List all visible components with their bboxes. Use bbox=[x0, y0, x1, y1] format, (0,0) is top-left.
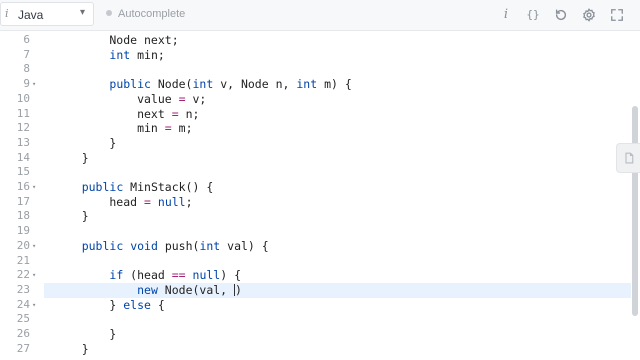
code-line[interactable]: 21 bbox=[0, 254, 640, 269]
line-number: 17 bbox=[16, 194, 30, 208]
code-line[interactable]: 6 Node next; bbox=[0, 33, 640, 48]
line-number: 18 bbox=[16, 209, 30, 223]
code-line[interactable]: 13 } bbox=[0, 136, 640, 151]
code-text[interactable]: } bbox=[54, 151, 89, 166]
info-icon[interactable]: i bbox=[498, 6, 514, 22]
code-text[interactable]: Node next; bbox=[54, 33, 178, 48]
line-number: 26 bbox=[16, 327, 30, 340]
code-text[interactable]: } bbox=[54, 327, 116, 342]
line-number: 9 bbox=[23, 77, 30, 91]
code-text[interactable]: value = v; bbox=[54, 92, 206, 107]
line-number: 23 bbox=[16, 282, 30, 296]
line-number: 19 bbox=[16, 224, 30, 238]
code-line[interactable]: 15 bbox=[0, 165, 640, 180]
language-label: Java bbox=[18, 8, 44, 22]
code-line[interactable]: 19 bbox=[0, 224, 640, 239]
editor-toolbar: i Java ▾ Autocomplete i {} bbox=[0, 0, 640, 31]
autocomplete-toggle[interactable]: Autocomplete bbox=[106, 8, 185, 20]
code-text[interactable]: public void push(int val) { bbox=[54, 239, 269, 254]
line-number: 21 bbox=[16, 253, 30, 267]
line-number: 7 bbox=[23, 47, 30, 61]
line-number: 10 bbox=[16, 91, 30, 105]
code-line[interactable]: 26 } bbox=[0, 327, 640, 342]
code-line[interactable]: 22 ▾ if (head == null) { bbox=[0, 268, 640, 283]
document-icon bbox=[624, 152, 633, 164]
code-text[interactable]: head = null; bbox=[54, 195, 192, 210]
code-text[interactable]: } bbox=[54, 209, 89, 224]
code-text[interactable]: new Node(val, ) bbox=[54, 283, 242, 298]
fold-toggle-icon[interactable]: ▾ bbox=[32, 239, 40, 254]
code-text[interactable]: min = m; bbox=[54, 121, 192, 136]
line-number: 6 bbox=[23, 33, 30, 46]
text-cursor bbox=[234, 283, 236, 296]
line-number: 12 bbox=[16, 121, 30, 135]
code-line[interactable]: 10 value = v; bbox=[0, 92, 640, 107]
code-line[interactable]: 14 } bbox=[0, 151, 640, 166]
code-line[interactable]: 12 min = m; bbox=[0, 121, 640, 136]
code-line[interactable]: 8 bbox=[0, 62, 640, 77]
code-line[interactable]: 11 next = n; bbox=[0, 107, 640, 122]
code-text[interactable]: if (head == null) { bbox=[54, 268, 241, 283]
line-number: 24 bbox=[16, 297, 30, 311]
code-text[interactable]: int min; bbox=[54, 48, 164, 63]
vertical-scrollbar[interactable] bbox=[632, 106, 638, 316]
side-panel-toggle[interactable] bbox=[616, 143, 640, 173]
language-info-icon: i bbox=[5, 7, 9, 20]
code-text[interactable]: } bbox=[54, 136, 116, 151]
code-line[interactable]: 17 head = null; bbox=[0, 195, 640, 210]
line-number: 11 bbox=[16, 106, 30, 120]
autocomplete-label: Autocomplete bbox=[118, 8, 186, 20]
fold-toggle-icon[interactable]: ▾ bbox=[32, 77, 40, 92]
code-text[interactable]: public MinStack() { bbox=[54, 180, 214, 195]
code-line[interactable]: 7 int min; bbox=[0, 48, 640, 63]
line-number: 13 bbox=[16, 135, 30, 149]
autocomplete-status-dot bbox=[106, 10, 112, 16]
code-line-active[interactable]: 23 new Node(val, ) bbox=[0, 282, 640, 298]
line-number: 25 bbox=[16, 312, 30, 326]
line-number: 27 bbox=[16, 341, 30, 355]
code-line[interactable]: 25 bbox=[0, 312, 640, 327]
fold-toggle-icon[interactable]: ▾ bbox=[32, 298, 40, 313]
code-text[interactable]: next = n; bbox=[54, 107, 199, 122]
code-line[interactable]: 24 ▾ } else { bbox=[0, 298, 640, 313]
code-line[interactable]: 20 ▾ public void push(int val) { bbox=[0, 239, 640, 254]
line-number: 20 bbox=[16, 238, 30, 252]
code-text[interactable]: } bbox=[54, 342, 89, 357]
line-number: 14 bbox=[16, 150, 30, 164]
code-line[interactable]: 9 ▾ public Node(int v, Node n, int m) { bbox=[0, 77, 640, 92]
code-text[interactable]: } else { bbox=[54, 298, 164, 313]
line-number: 16 bbox=[16, 180, 30, 193]
line-number: 8 bbox=[23, 62, 30, 76]
reset-icon[interactable] bbox=[553, 7, 569, 23]
code-editor[interactable]: 6 Node next; 7 int min; 8 9 ▾ public Node(in… bbox=[0, 31, 640, 360]
expand-icon[interactable] bbox=[609, 7, 625, 23]
code-line[interactable]: 27 } bbox=[0, 342, 640, 357]
line-number: 22 bbox=[16, 268, 30, 282]
code-line[interactable]: 18 } bbox=[0, 209, 640, 224]
fold-toggle-icon[interactable]: ▾ bbox=[32, 180, 40, 195]
language-select[interactable]: i Java ▾ bbox=[0, 2, 94, 26]
line-number: 15 bbox=[16, 165, 30, 179]
code-line[interactable]: 16 ▾ public MinStack() { bbox=[0, 180, 640, 195]
braces-icon[interactable]: {} bbox=[525, 6, 541, 22]
settings-icon[interactable] bbox=[581, 7, 597, 23]
code-text[interactable]: public Node(int v, Node n, int m) { bbox=[54, 77, 351, 92]
chevron-down-icon: ▾ bbox=[79, 7, 85, 18]
fold-toggle-icon[interactable]: ▾ bbox=[32, 268, 40, 283]
